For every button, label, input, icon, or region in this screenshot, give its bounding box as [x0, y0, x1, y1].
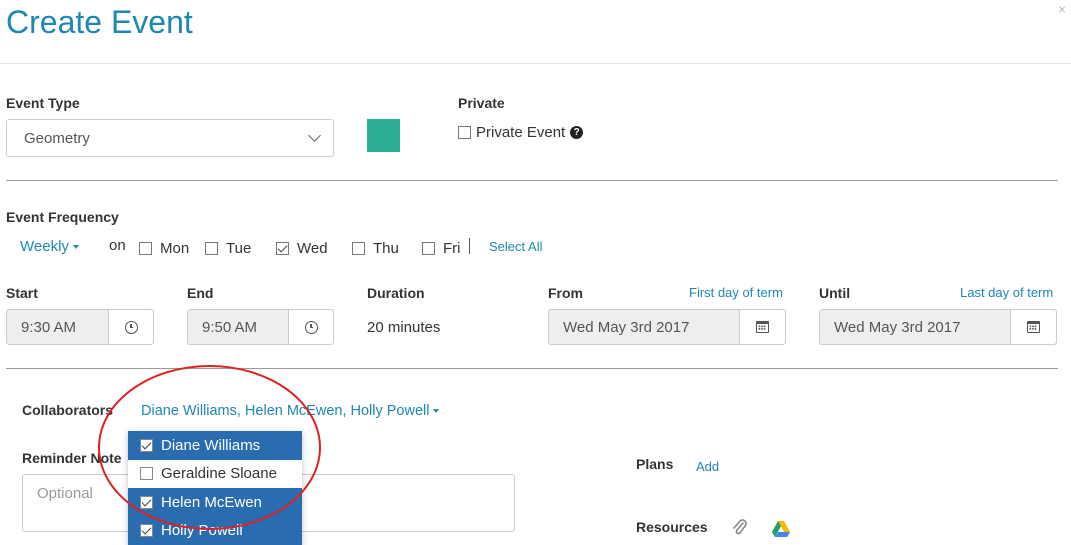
start-time-value: 9:30 AM: [21, 319, 77, 336]
header-divider: [0, 63, 1071, 64]
day-label-thu: Thu: [373, 240, 399, 257]
section-divider: [6, 368, 1058, 369]
end-label: End: [187, 285, 214, 301]
frequency-value: Weekly: [20, 238, 69, 255]
page-title: Create Event: [6, 4, 193, 40]
first-day-of-term-link[interactable]: First day of term: [689, 285, 783, 300]
plans-add-link[interactable]: Add: [696, 459, 719, 474]
calendar-icon: [756, 321, 769, 333]
collaborators-menu: Diane Williams Geraldine Sloane Helen Mc…: [128, 431, 302, 545]
day-checkbox-thu[interactable]: [352, 242, 365, 255]
day-checkbox-fri[interactable]: [422, 242, 435, 255]
collaborator-name: Diane Williams: [161, 436, 261, 454]
collaborator-name: Holly Powell: [161, 522, 243, 540]
chevron-down-icon: [308, 129, 321, 142]
start-label: Start: [6, 285, 38, 301]
collaborator-checkbox[interactable]: [140, 467, 153, 481]
day-label-mon: Mon: [160, 240, 190, 257]
collaborator-option[interactable]: Helen McEwen: [128, 488, 302, 517]
day-label-tue: Tue: [226, 240, 252, 257]
last-day-of-term-link[interactable]: Last day of term: [960, 285, 1053, 300]
private-label: Private: [458, 95, 505, 111]
caret-down-icon: [72, 245, 79, 250]
day-checkbox-group: Mon Tue Wed Thu Fri: [139, 240, 461, 257]
event-frequency-label: Event Frequency: [6, 209, 119, 225]
collaborator-checkbox[interactable]: [140, 524, 153, 538]
collaborator-option[interactable]: Holly Powell: [128, 516, 302, 545]
day-checkbox-tue[interactable]: [205, 242, 218, 255]
plans-label: Plans: [636, 456, 674, 472]
until-label: Until: [819, 285, 851, 301]
collaborator-checkbox[interactable]: [140, 495, 153, 509]
clock-icon: [304, 320, 318, 334]
reminder-placeholder: Optional: [37, 485, 93, 502]
private-event-label: Private Event: [476, 124, 566, 141]
until-date-input[interactable]: Wed May 3rd 2017: [819, 309, 1057, 345]
collaborators-label: Collaborators: [22, 402, 114, 418]
collaborator-checkbox[interactable]: [140, 438, 153, 452]
paperclip-icon[interactable]: [731, 519, 749, 537]
from-date-input[interactable]: Wed May 3rd 2017: [548, 309, 786, 345]
duration-label: Duration: [367, 285, 425, 301]
start-time-input[interactable]: 9:30 AM: [6, 309, 154, 345]
event-type-value: Geometry: [24, 130, 90, 147]
from-date-value: Wed May 3rd 2017: [563, 319, 690, 336]
section-divider: [6, 180, 1058, 181]
on-label: on: [109, 237, 126, 254]
day-label-fri: Fri: [443, 240, 461, 257]
from-label: From: [548, 285, 583, 301]
caret-down-icon: [433, 409, 440, 414]
google-drive-icon[interactable]: [771, 520, 791, 538]
end-clock-button[interactable]: [288, 310, 333, 344]
reminder-note-label: Reminder Note: [22, 450, 122, 466]
collaborators-value: Diane Williams, Helen McEwen, Holly Powe…: [141, 403, 430, 419]
duration-value: 20 minutes: [367, 319, 441, 336]
end-time-value: 9:50 AM: [202, 319, 258, 336]
calendar-icon: [1027, 321, 1040, 333]
select-all-link[interactable]: Select All: [489, 239, 542, 254]
until-calendar-button[interactable]: [1010, 310, 1056, 344]
event-type-select[interactable]: Geometry: [6, 119, 334, 157]
frequency-dropdown[interactable]: Weekly: [20, 238, 79, 255]
collaborator-name: Geraldine Sloane: [161, 465, 277, 483]
start-clock-button[interactable]: [108, 310, 153, 344]
from-calendar-button[interactable]: [739, 310, 785, 344]
day-label-wed: Wed: [297, 240, 328, 257]
event-color-swatch[interactable]: [367, 119, 400, 152]
collaborators-dropdown[interactable]: Diane Williams, Helen McEwen, Holly Powe…: [141, 403, 440, 419]
collaborator-option[interactable]: Diane Williams: [128, 431, 302, 460]
day-checkbox-wed[interactable]: [276, 242, 289, 255]
separator: [469, 238, 470, 254]
collaborator-option[interactable]: Geraldine Sloane: [128, 459, 302, 488]
clock-icon: [124, 320, 138, 334]
day-checkbox-mon[interactable]: [139, 242, 152, 255]
private-event-checkbox[interactable]: [458, 126, 471, 139]
event-type-label: Event Type: [6, 95, 80, 111]
end-time-input[interactable]: 9:50 AM: [187, 309, 334, 345]
close-icon[interactable]: ×: [1058, 1, 1066, 17]
help-icon[interactable]: ?: [570, 126, 584, 139]
until-date-value: Wed May 3rd 2017: [834, 319, 961, 336]
collaborator-name: Helen McEwen: [161, 493, 262, 511]
resources-label: Resources: [636, 519, 708, 535]
